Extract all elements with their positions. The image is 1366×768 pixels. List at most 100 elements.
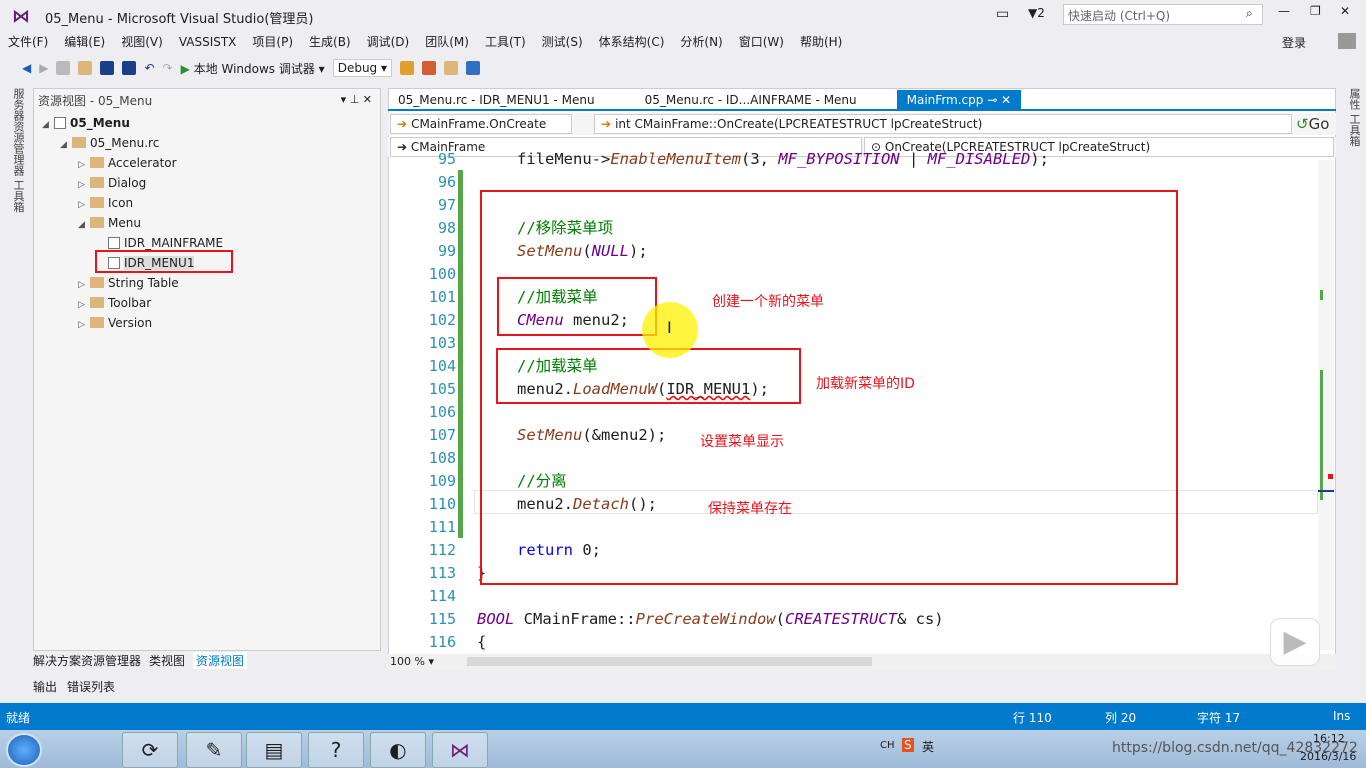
menu-item[interactable]: 调试(D) (359, 32, 418, 52)
redo-icon[interactable]: ↷ (163, 61, 173, 75)
line-number: 115 (428, 610, 456, 628)
scope-dropdown[interactable]: ➔ CMainFrame.OnCreate (390, 114, 572, 134)
panel-tab[interactable]: 解决方案资源管理器 (33, 652, 141, 669)
login-link[interactable]: 登录 (1282, 34, 1306, 51)
close-button[interactable]: ✕ (1340, 4, 1350, 18)
taskbar-visual-studio-icon[interactable]: ⋈ (432, 732, 488, 768)
tray-language[interactable]: CH (880, 740, 895, 751)
code-line[interactable]: 116 { (388, 631, 1318, 652)
go-button[interactable]: ↺Go (1296, 115, 1329, 133)
collapsed-arrow-icon[interactable]: ▷ (78, 295, 90, 315)
maximize-button[interactable]: ❐ (1310, 4, 1321, 18)
collapsed-arrow-icon[interactable]: ▷ (78, 315, 90, 335)
tray-ime-mode[interactable]: 英 (922, 738, 934, 755)
taskbar-media-icon[interactable]: ◐ (370, 732, 426, 768)
output-tab[interactable]: 输出 (33, 678, 57, 695)
menu-item[interactable]: 体系结构(C) (591, 32, 673, 52)
tool-icon[interactable] (422, 61, 437, 75)
menu-item[interactable]: VASSISTX (171, 32, 245, 52)
menu-item[interactable]: 项目(P) (244, 32, 301, 52)
collapsed-arrow-icon[interactable]: ▷ (78, 175, 90, 195)
undo-icon[interactable]: ↶ (144, 61, 154, 75)
collapsed-arrow-icon[interactable]: ▷ (78, 155, 90, 175)
line-number: 104 (428, 357, 456, 375)
panel-tab[interactable]: 资源视图 (193, 652, 248, 669)
document-tab[interactable]: 05_Menu.rc - ID...AINFRAME - Menu (635, 90, 867, 110)
forward-icon[interactable]: ▶ (39, 61, 48, 75)
video-play-icon[interactable]: ▶ (1270, 618, 1320, 666)
back-icon[interactable]: ◀ (22, 61, 31, 75)
function-dropdown[interactable]: ➔ int CMainFrame::OnCreate(LPCREATESTRUCT… (594, 114, 1292, 134)
save-all-icon[interactable] (122, 61, 137, 75)
new-project-icon[interactable] (56, 61, 71, 75)
tree-item[interactable]: ▷ Icon (78, 193, 133, 215)
menu-item[interactable]: 工具(T) (477, 32, 534, 52)
tree-item[interactable]: ▷ String Table (78, 273, 179, 295)
menu-item[interactable]: 窗口(W) (731, 32, 792, 52)
right-side-tabs[interactable]: 属性 工具箱 (1342, 88, 1362, 147)
code-text: { (477, 631, 486, 652)
line-number: 96 (437, 173, 456, 191)
menu-item[interactable]: 分析(N) (672, 32, 730, 52)
taskbar-explorer-icon[interactable]: ▤ (246, 732, 302, 768)
panel-close-button[interactable]: ▾ ⊥ ✕ (341, 93, 372, 106)
left-side-tabs[interactable]: 服务器资源管理器 工具箱 (8, 88, 26, 213)
start-debug-button[interactable]: ▶ 本地 Windows 调试器 ▾ (181, 60, 325, 77)
code-token: MF_DISABLED (927, 150, 1031, 168)
config-select[interactable]: Debug ▾ (332, 59, 393, 77)
vertical-scrollbar[interactable] (1318, 160, 1334, 650)
taskbar-help-icon[interactable]: ? (308, 732, 364, 768)
folder-icon (54, 117, 66, 129)
minimize-button[interactable]: — (1278, 4, 1290, 18)
tab-close-icon[interactable]: ⊸ ✕ (983, 93, 1011, 107)
tree-item-label: Version (108, 316, 153, 330)
expanded-arrow-icon[interactable]: ◢ (78, 215, 90, 235)
tree-item[interactable]: ▷ Toolbar (78, 293, 151, 315)
zoom-select[interactable]: 100 % ▾ (390, 655, 434, 668)
resource-view-panel: 资源视图 - 05_Menu ▾ ⊥ ✕ ◢ 05_Menu ◢ 05_Menu.rc… (33, 88, 381, 651)
tray-date[interactable]: 2016/3/16 (1300, 750, 1356, 763)
code-line[interactable]: 95 fileMenu->EnableMenuItem(3, MF_BYPOSIT… (388, 148, 1318, 171)
output-tab[interactable]: 错误列表 (67, 678, 115, 695)
open-icon[interactable] (78, 61, 93, 75)
document-tab[interactable]: 05_Menu.rc - IDR_MENU1 - Menu (388, 90, 605, 110)
tree-item[interactable]: ◢ Menu (78, 213, 141, 235)
folder-icon[interactable] (444, 61, 459, 75)
notifications-button[interactable]: ▼2 (1028, 6, 1045, 20)
expanded-arrow-icon[interactable]: ◢ (42, 115, 54, 135)
tree-item[interactable]: ▷ Dialog (78, 173, 146, 195)
panel-tab[interactable]: 类视图 (149, 652, 185, 669)
find-icon[interactable] (400, 61, 415, 75)
code-line[interactable]: 114 (388, 585, 1318, 608)
start-button[interactable] (6, 733, 42, 767)
horizontal-scrollbar[interactable] (467, 657, 872, 666)
expanded-arrow-icon[interactable]: ◢ (60, 135, 72, 155)
menu-item[interactable]: 生成(B) (301, 32, 359, 52)
ime-icon[interactable]: S (902, 738, 914, 752)
menu-item[interactable]: 帮助(H) (792, 32, 850, 52)
code-token: PreCreateWindow (635, 610, 776, 628)
bookmark-icon[interactable] (466, 61, 481, 75)
document-tab[interactable]: MainFrm.cpp ⊸ ✕ (896, 90, 1022, 110)
tree-item[interactable]: ◢ 05_Menu.rc (60, 133, 159, 155)
menu-item[interactable]: 编辑(E) (56, 32, 113, 52)
menu-item[interactable]: 视图(V) (113, 32, 171, 52)
tree-item[interactable]: ▷ Accelerator (78, 153, 177, 175)
menu-item[interactable]: 测试(S) (534, 32, 591, 52)
menu-item[interactable]: 团队(M) (417, 32, 477, 52)
tray-time[interactable]: 16:12 (1313, 732, 1345, 745)
quick-launch-input[interactable]: 快速启动 (Ctrl+Q) (1063, 4, 1263, 25)
tree-item[interactable]: ▷ Version (78, 313, 152, 335)
code-line[interactable]: 115 BOOL CMainFrame::PreCreateWindow(CREA… (388, 608, 1318, 631)
collapsed-arrow-icon[interactable]: ▷ (78, 195, 90, 215)
menu-item[interactable]: 文件(F) (0, 32, 56, 52)
tree-item[interactable]: ◢ 05_Menu (42, 113, 130, 135)
account-icon[interactable] (1338, 33, 1356, 49)
taskbar-app-icon[interactable]: ⟳ (122, 732, 178, 768)
collapsed-arrow-icon[interactable]: ▷ (78, 275, 90, 295)
feedback-icon[interactable]: ▭ (996, 6, 1009, 22)
taskbar-editor-icon[interactable]: ✎ (186, 732, 242, 768)
code-token: ( (775, 610, 785, 628)
save-icon[interactable] (100, 61, 115, 75)
zoom-value: 100 % (390, 655, 425, 668)
